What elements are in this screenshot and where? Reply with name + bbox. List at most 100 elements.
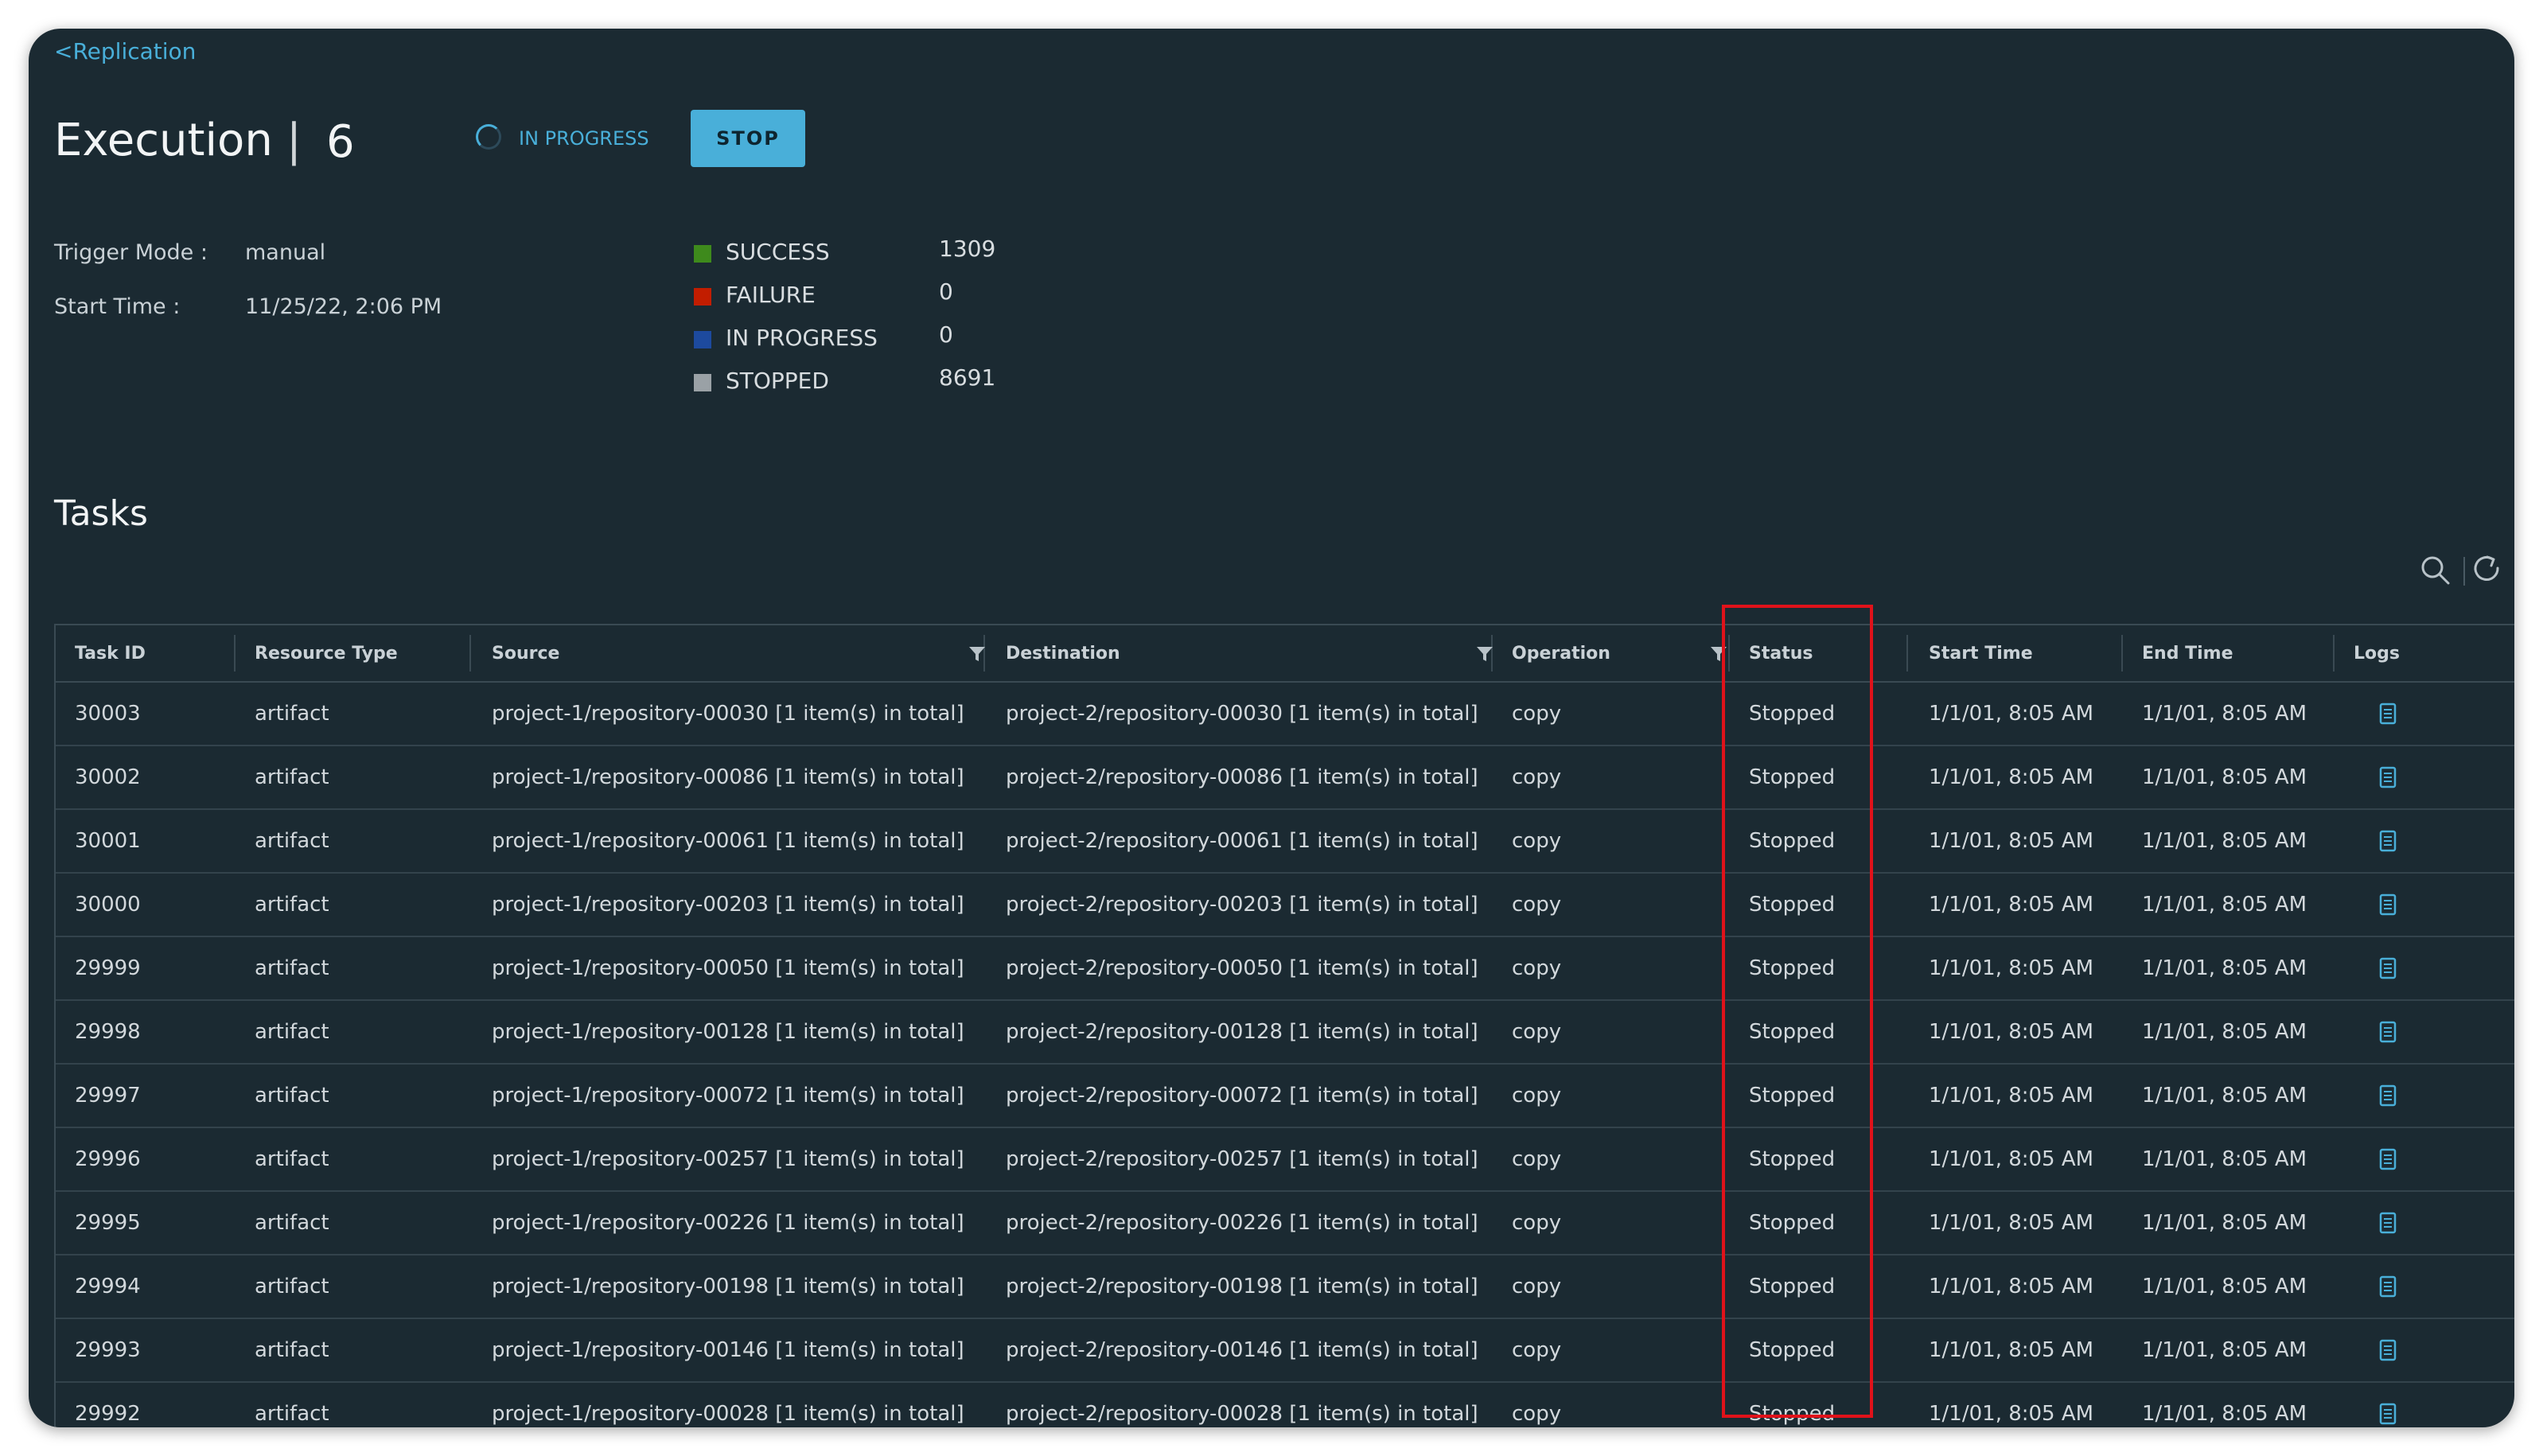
cell-type: artifact xyxy=(255,893,329,917)
cell-end: 1/1/01, 8:05 AM xyxy=(2142,1275,2307,1298)
stop-button[interactable]: STOP xyxy=(691,110,805,167)
cell-status: Stopped xyxy=(1749,1402,1836,1426)
log-file-icon[interactable] xyxy=(2379,957,2397,979)
cell-id: 29992 xyxy=(75,1402,141,1426)
log-file-icon[interactable] xyxy=(2379,1275,2397,1298)
log-file-icon[interactable] xyxy=(2379,1403,2397,1425)
column-separator[interactable] xyxy=(1728,635,1730,672)
legend-label: STOPPED xyxy=(726,368,829,394)
column-header-resource-type[interactable]: Resource Type xyxy=(255,625,398,681)
cell-dest: project-2/repository-00146 [1 item(s) in… xyxy=(1006,1338,1478,1362)
cell-id: 29995 xyxy=(75,1211,141,1235)
cell-id: 29994 xyxy=(75,1275,141,1298)
table-row: 29993 artifact project-1/repository-00146 … xyxy=(56,1319,2514,1383)
column-separator[interactable] xyxy=(2333,635,2335,672)
cell-logs xyxy=(2379,1001,2397,1063)
title-separator: | xyxy=(286,115,302,166)
cell-status: Stopped xyxy=(1749,702,1836,726)
cell-status: Stopped xyxy=(1749,765,1836,789)
column-header-operation[interactable]: Operation xyxy=(1512,625,1610,681)
legend-swatch-stopped xyxy=(694,374,711,391)
cell-source: project-1/repository-00146 [1 item(s) in… xyxy=(492,1338,964,1362)
table-row: 30001 artifact project-1/repository-00061 … xyxy=(56,810,2514,874)
cell-source: project-1/repository-00050 [1 item(s) in… xyxy=(492,956,964,980)
column-header-status[interactable]: Status xyxy=(1749,625,1813,681)
cell-end: 1/1/01, 8:05 AM xyxy=(2142,1402,2307,1426)
filter-icon[interactable] xyxy=(968,644,987,664)
column-header-destination[interactable]: Destination xyxy=(1006,625,1120,681)
cell-source: project-1/repository-00226 [1 item(s) in… xyxy=(492,1211,964,1235)
column-separator[interactable] xyxy=(469,635,471,672)
column-separator[interactable] xyxy=(2121,635,2123,672)
cell-start: 1/1/01, 8:05 AM xyxy=(1929,829,2094,853)
cell-op: copy xyxy=(1512,956,1562,980)
log-file-icon[interactable] xyxy=(2379,893,2397,916)
log-file-icon[interactable] xyxy=(2379,830,2397,852)
cell-logs xyxy=(2379,1383,2397,1427)
cell-start: 1/1/01, 8:05 AM xyxy=(1929,702,2094,726)
legend-swatch-success xyxy=(694,245,711,263)
log-file-icon[interactable] xyxy=(2379,703,2397,725)
cell-type: artifact xyxy=(255,829,329,853)
column-header-end-time[interactable]: End Time xyxy=(2142,625,2233,681)
legend-count: 8691 xyxy=(939,364,996,391)
column-separator[interactable] xyxy=(1906,635,1908,672)
cell-logs xyxy=(2379,683,2397,745)
cell-type: artifact xyxy=(255,1211,329,1235)
cell-start: 1/1/01, 8:05 AM xyxy=(1929,1147,2094,1171)
cell-source: project-1/repository-00086 [1 item(s) in… xyxy=(492,765,964,789)
cell-dest: project-2/repository-00028 [1 item(s) in… xyxy=(1006,1402,1478,1426)
table-row: 30002 artifact project-1/repository-00086 … xyxy=(56,746,2514,810)
cell-source: project-1/repository-00061 [1 item(s) in… xyxy=(492,829,964,853)
log-file-icon[interactable] xyxy=(2379,1148,2397,1170)
column-header-task-id[interactable]: Task ID xyxy=(75,625,146,681)
toolbar-divider xyxy=(2463,557,2465,586)
table-row: 29997 artifact project-1/repository-00072 … xyxy=(56,1065,2514,1128)
start-time-label: Start Time : xyxy=(54,294,181,319)
cell-op: copy xyxy=(1512,893,1562,917)
search-icon[interactable] xyxy=(2419,554,2451,586)
cell-id: 30002 xyxy=(75,765,141,789)
table-header: Task ID Resource Type Source Destination Ope… xyxy=(56,625,2514,683)
column-header-start-time[interactable]: Start Time xyxy=(1929,625,2033,681)
log-file-icon[interactable] xyxy=(2379,1339,2397,1361)
cell-dest: project-2/repository-00086 [1 item(s) in… xyxy=(1006,765,1478,789)
cell-end: 1/1/01, 8:05 AM xyxy=(2142,702,2307,726)
filter-icon[interactable] xyxy=(1475,644,1494,664)
cell-op: copy xyxy=(1512,829,1562,853)
cell-id: 30000 xyxy=(75,893,141,917)
cell-logs xyxy=(2379,1256,2397,1318)
cell-source: project-1/repository-00028 [1 item(s) in… xyxy=(492,1402,964,1426)
cell-logs xyxy=(2379,1128,2397,1190)
filter-icon[interactable] xyxy=(1709,644,1728,664)
table-row: 30003 artifact project-1/repository-00030 … xyxy=(56,683,2514,746)
legend-count: 0 xyxy=(939,321,953,348)
back-to-replication-link[interactable]: <Replication xyxy=(54,38,196,64)
cell-op: copy xyxy=(1512,1338,1562,1362)
cell-logs xyxy=(2379,1319,2397,1381)
cell-end: 1/1/01, 8:05 AM xyxy=(2142,765,2307,789)
cell-start: 1/1/01, 8:05 AM xyxy=(1929,956,2094,980)
cell-op: copy xyxy=(1512,1084,1562,1108)
column-header-logs[interactable]: Logs xyxy=(2354,625,2400,681)
refresh-icon[interactable] xyxy=(2471,554,2503,586)
legend-swatch-failure xyxy=(694,288,711,306)
legend-label: FAILURE xyxy=(726,282,816,308)
cell-dest: project-2/repository-00050 [1 item(s) in… xyxy=(1006,956,1478,980)
cell-type: artifact xyxy=(255,1147,329,1171)
cell-end: 1/1/01, 8:05 AM xyxy=(2142,956,2307,980)
cell-type: artifact xyxy=(255,1275,329,1298)
cell-start: 1/1/01, 8:05 AM xyxy=(1929,1020,2094,1044)
log-file-icon[interactable] xyxy=(2379,766,2397,788)
column-separator[interactable] xyxy=(234,635,236,672)
column-header-source[interactable]: Source xyxy=(492,625,559,681)
cell-type: artifact xyxy=(255,1402,329,1426)
log-file-icon[interactable] xyxy=(2379,1021,2397,1043)
log-file-icon[interactable] xyxy=(2379,1084,2397,1107)
table-row: 29995 artifact project-1/repository-00226 … xyxy=(56,1192,2514,1256)
cell-type: artifact xyxy=(255,765,329,789)
cell-logs xyxy=(2379,874,2397,936)
cell-status: Stopped xyxy=(1749,1147,1836,1171)
cell-op: copy xyxy=(1512,1211,1562,1235)
log-file-icon[interactable] xyxy=(2379,1212,2397,1234)
